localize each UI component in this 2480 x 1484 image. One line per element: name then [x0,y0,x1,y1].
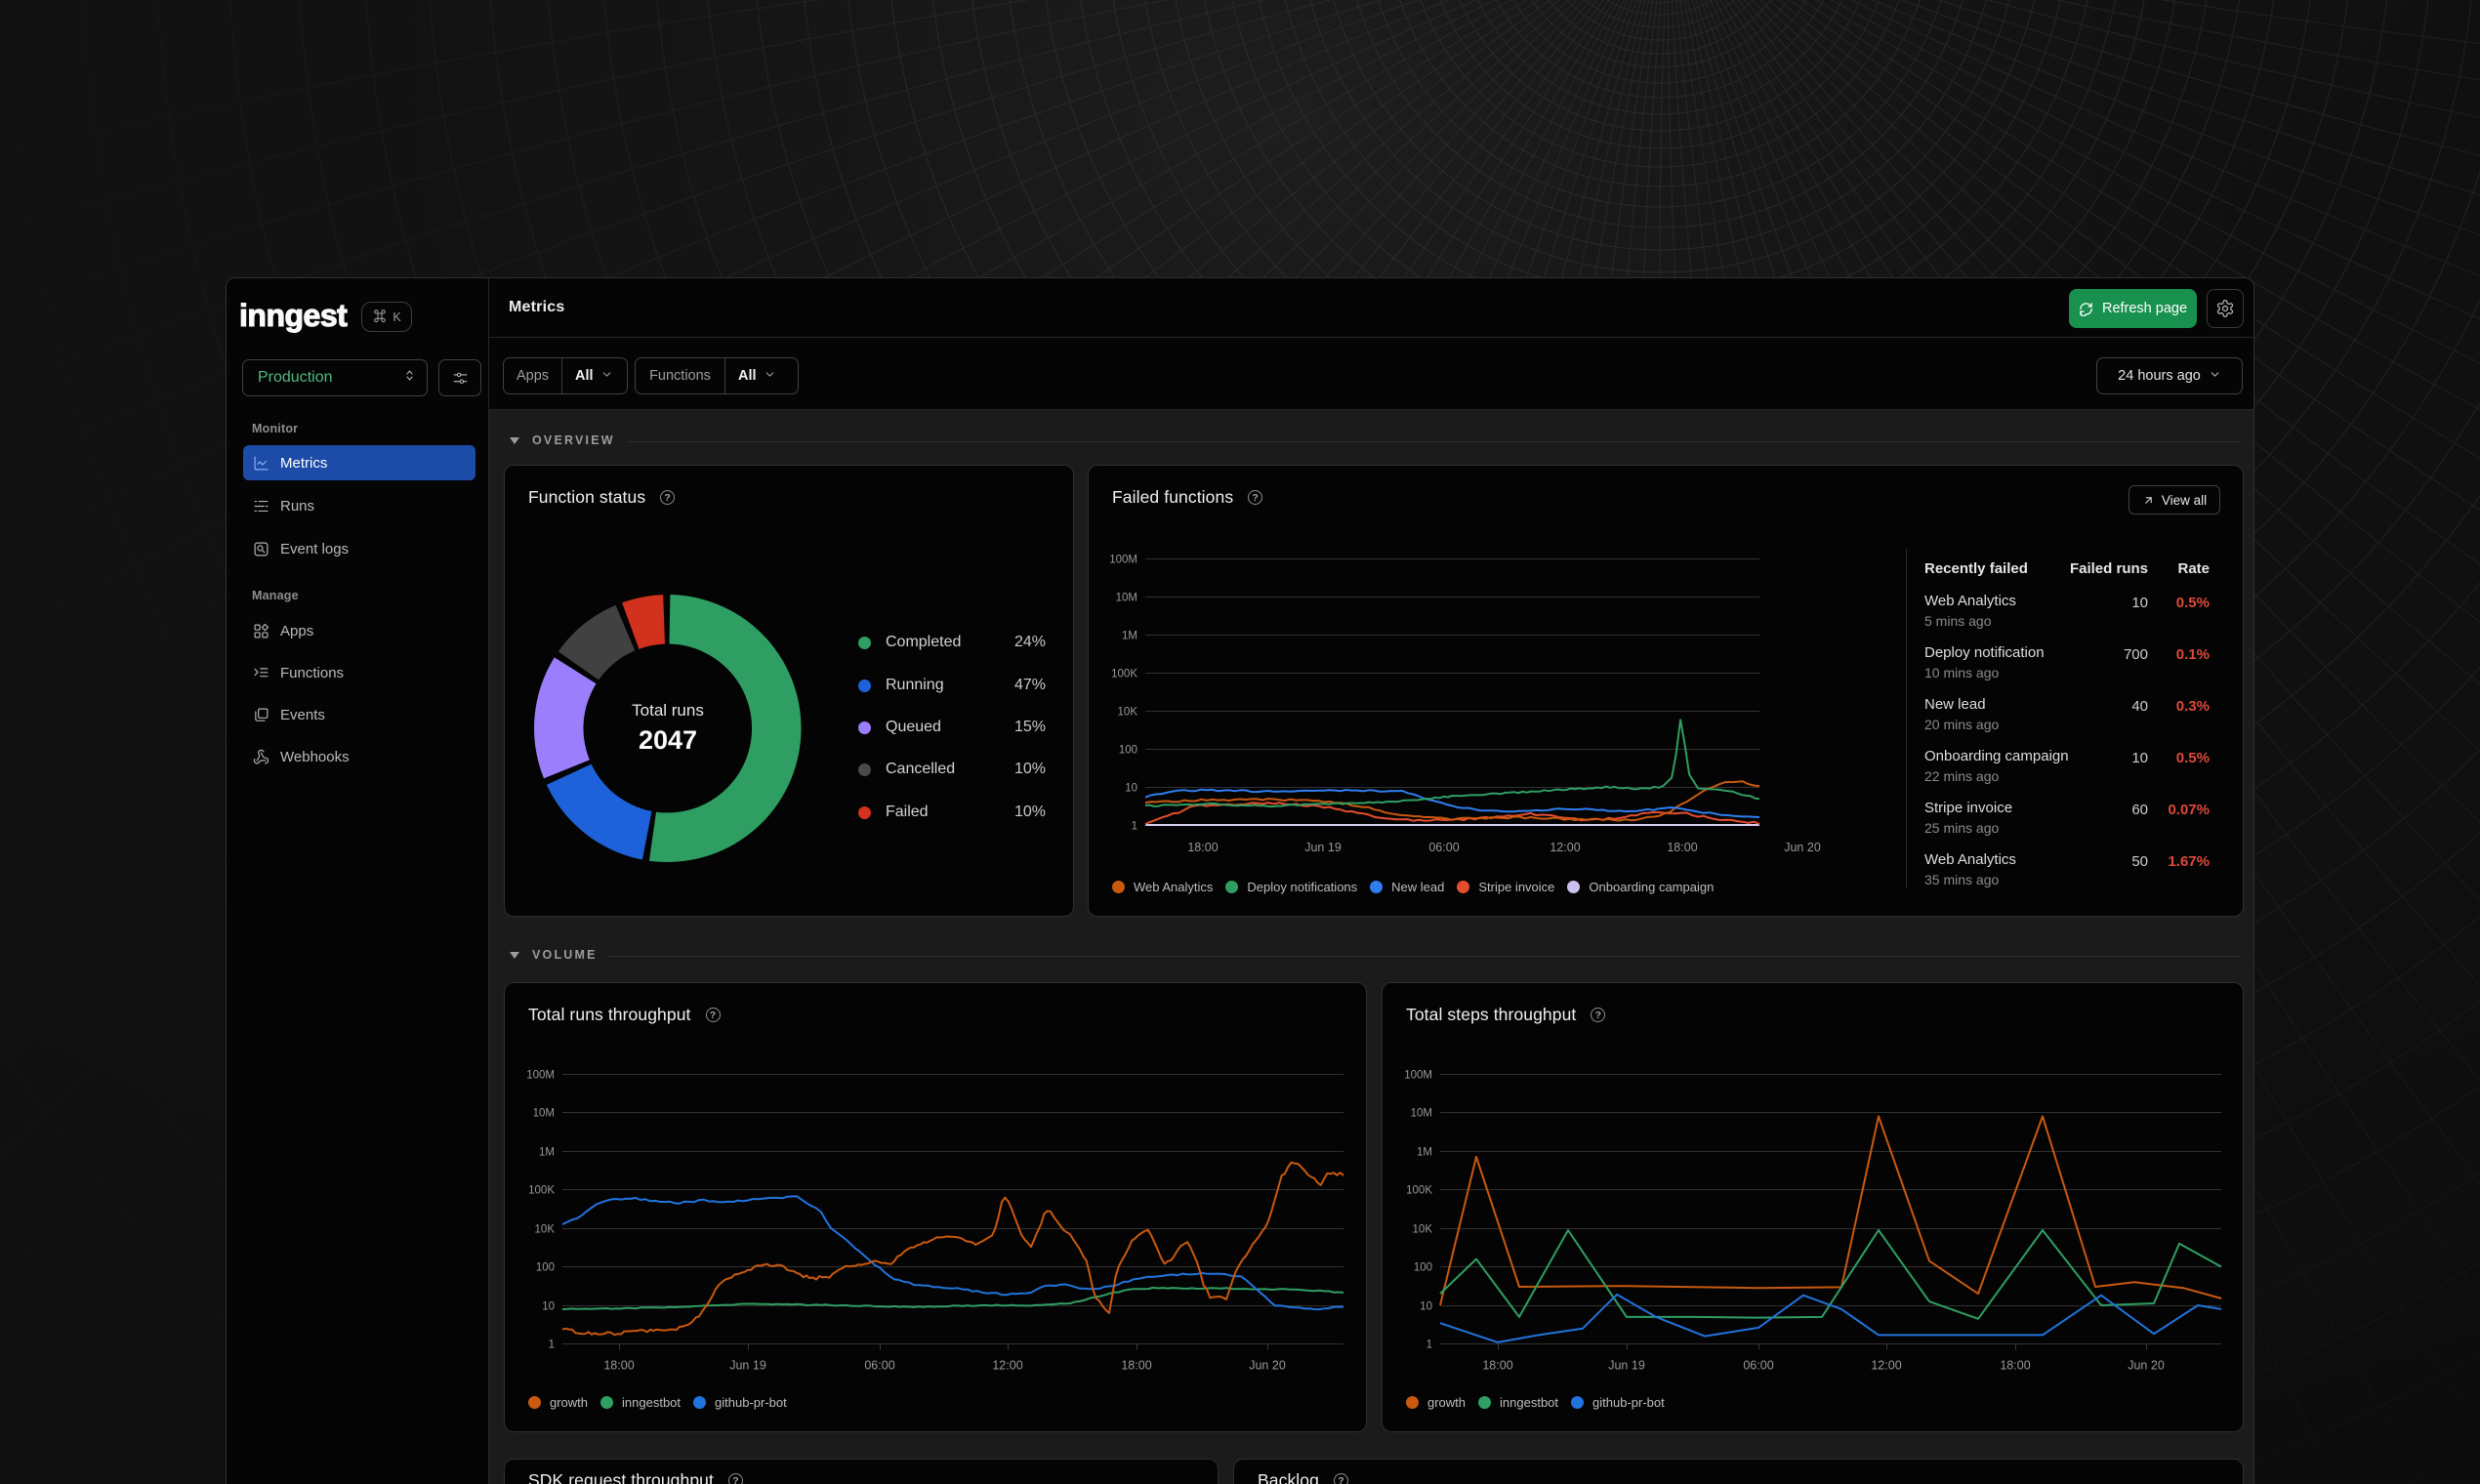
svg-text:100K: 100K [528,1185,555,1197]
svg-text:Jun 19: Jun 19 [1304,841,1342,854]
svg-text:1: 1 [1426,1340,1432,1351]
svg-text:100: 100 [536,1262,555,1274]
svg-text:10K: 10K [535,1224,556,1236]
svg-text:18:00: 18:00 [1187,841,1218,854]
svg-text:100: 100 [1414,1262,1432,1274]
svg-text:Jun 20: Jun 20 [2128,1359,2165,1373]
svg-text:10M: 10M [1411,1108,1432,1120]
svg-text:18:00: 18:00 [1667,841,1697,854]
svg-text:12:00: 12:00 [1550,841,1580,854]
svg-text:Jun 19: Jun 19 [729,1359,766,1373]
svg-text:Jun 20: Jun 20 [1784,841,1821,854]
svg-text:1: 1 [1132,821,1137,833]
svg-text:18:00: 18:00 [2000,1359,2030,1373]
svg-text:1M: 1M [539,1147,555,1159]
svg-text:06:00: 06:00 [1428,841,1459,854]
svg-text:18:00: 18:00 [603,1359,634,1373]
svg-text:10M: 10M [1116,593,1137,604]
svg-text:1: 1 [549,1340,555,1351]
svg-text:10K: 10K [1413,1224,1433,1236]
svg-text:10: 10 [1125,783,1137,795]
svg-text:18:00: 18:00 [1121,1359,1151,1373]
svg-text:Total runs: Total runs [632,701,704,720]
svg-text:2047: 2047 [639,725,697,755]
svg-text:100K: 100K [1111,669,1137,680]
svg-text:Jun 19: Jun 19 [1608,1359,1645,1373]
svg-text:1M: 1M [1417,1147,1432,1159]
svg-text:100M: 100M [526,1070,555,1082]
svg-text:1M: 1M [1122,631,1137,642]
svg-text:12:00: 12:00 [992,1359,1022,1373]
svg-text:10: 10 [1420,1301,1432,1313]
svg-text:100M: 100M [1109,555,1137,566]
svg-text:10K: 10K [1118,707,1138,719]
svg-text:100K: 100K [1406,1185,1432,1197]
svg-text:100M: 100M [1404,1070,1432,1082]
svg-text:10: 10 [542,1301,555,1313]
svg-text:06:00: 06:00 [864,1359,894,1373]
svg-text:12:00: 12:00 [1871,1359,1901,1373]
svg-text:10M: 10M [533,1108,555,1120]
svg-text:100: 100 [1119,745,1137,757]
svg-text:06:00: 06:00 [1743,1359,1773,1373]
svg-text:Jun 20: Jun 20 [1249,1359,1286,1373]
svg-text:18:00: 18:00 [1482,1359,1512,1373]
